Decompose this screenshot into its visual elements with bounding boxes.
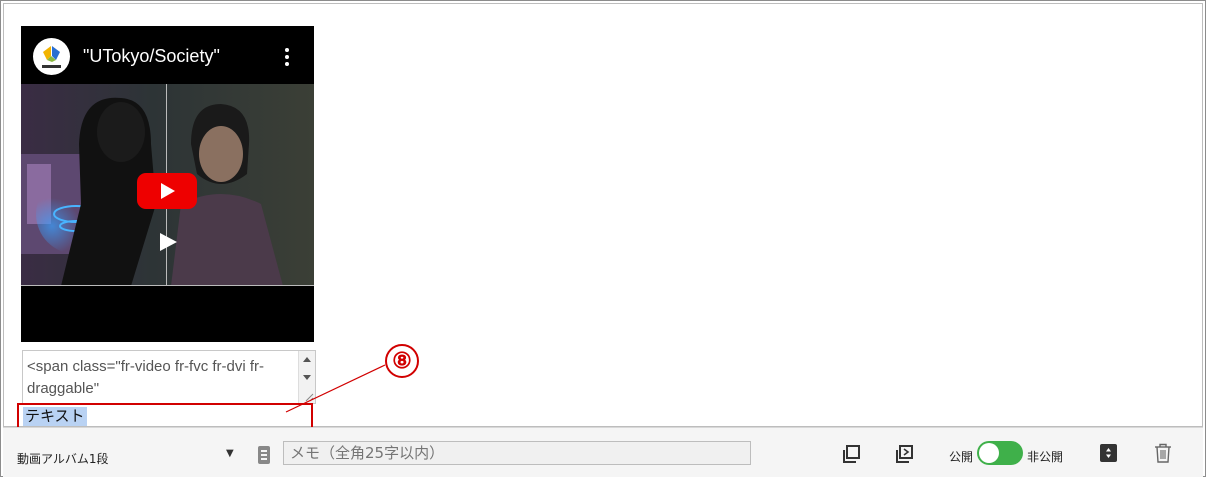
block-toolbar: 動画アルバム1段 ▼ 公開 非公開 [3, 427, 1203, 477]
more-options-icon[interactable] [284, 48, 290, 68]
memo-input[interactable] [283, 441, 751, 465]
video-thumbnail[interactable] [21, 84, 314, 286]
trash-icon[interactable] [1154, 443, 1172, 463]
thumbnail-divider [21, 285, 314, 286]
video-embed[interactable]: "UTokyo/Society" [21, 26, 314, 342]
video-code-textarea[interactable]: <span class="fr-video fr-fvc fr-dvi fr-d… [22, 350, 316, 404]
callout-number: ⑧ [385, 344, 419, 378]
toggle-knob [979, 443, 999, 463]
memo-icon [258, 446, 270, 464]
channel-logo[interactable] [33, 38, 70, 75]
visibility-toggle[interactable] [977, 441, 1023, 465]
youtube-play-button[interactable] [137, 173, 197, 209]
layout-select[interactable]: 動画アルバム1段 [17, 450, 109, 467]
selected-text[interactable]: テキスト [23, 407, 87, 426]
ginkgo-icon [33, 38, 70, 75]
play-icon[interactable] [147, 222, 187, 262]
dropdown-arrow-icon[interactable]: ▼ [226, 448, 234, 459]
scroll-down-icon[interactable] [303, 375, 311, 380]
content-block: "UTokyo/Society" <span class="fr-video f… [0, 0, 1206, 477]
video-header: "UTokyo/Society" [21, 26, 314, 84]
video-title[interactable]: "UTokyo/Society" [83, 46, 220, 67]
reorder-button[interactable] [1100, 444, 1117, 462]
public-label: 公開 [949, 450, 974, 464]
up-down-arrows-icon [1106, 448, 1111, 458]
code-text: <span class="fr-video fr-fvc fr-dvi fr-d… [27, 358, 265, 397]
preview-icon[interactable] [896, 445, 914, 463]
private-label: 非公開 [1027, 450, 1064, 464]
scroll-up-icon[interactable] [303, 357, 311, 362]
rich-text-editor[interactable]: "UTokyo/Society" <span class="fr-video f… [3, 3, 1203, 431]
resize-grip-icon[interactable] [304, 392, 314, 402]
copy-icon[interactable] [843, 445, 861, 463]
